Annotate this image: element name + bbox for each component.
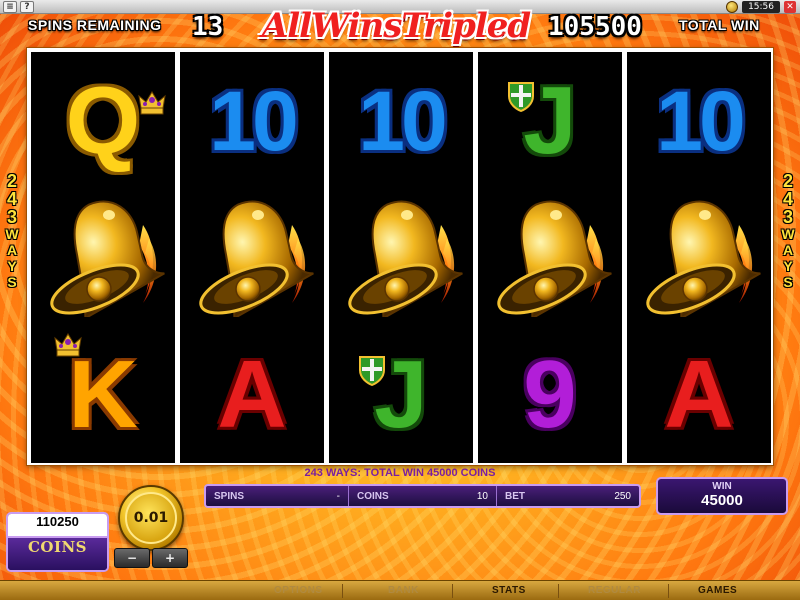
- ways-indicator-left: 2 4 3 W A Y S: [5, 171, 19, 290]
- clock: 15:56: [742, 1, 780, 13]
- spins-remaining-value: 13: [192, 12, 224, 42]
- symbol-nine-label: 9: [523, 340, 577, 448]
- bell-icon: [39, 195, 167, 321]
- coins-field: COINS 10: [349, 486, 497, 506]
- balance-unit-toggle[interactable]: COINS: [8, 538, 107, 570]
- reel-symbol-ten: 10: [329, 52, 473, 189]
- reel-symbol-ace: A: [627, 326, 771, 463]
- logo-text: AllWinsTripled: [261, 6, 531, 46]
- symbol-ten-label: 10: [656, 73, 745, 168]
- coin-increase-button[interactable]: +: [152, 548, 188, 568]
- balance-value: 110250: [8, 514, 107, 538]
- coin-size-value: 0.01: [125, 492, 177, 544]
- bet-value: 250: [614, 490, 631, 502]
- reel-symbol-bell: [31, 189, 175, 326]
- coins-label: COINS: [357, 490, 389, 502]
- reel-symbol-king: K: [31, 326, 175, 463]
- nav-options[interactable]: OPTIONS: [274, 585, 323, 596]
- crown-icon: [137, 90, 167, 116]
- bell-icon: [486, 195, 614, 321]
- reel-symbol-nine: 9: [478, 326, 622, 463]
- reel-symbol-ten: 10: [180, 52, 324, 189]
- crown-icon: [53, 332, 83, 358]
- close-button[interactable]: ✕: [784, 1, 796, 13]
- spins-label: SPINS: [214, 490, 245, 502]
- reel-5: 10 A: [627, 52, 771, 463]
- balance-display[interactable]: 110250 COINS: [6, 512, 109, 572]
- shield-icon: [357, 354, 387, 387]
- gold-coin-icon: [726, 1, 739, 13]
- reel-symbol-bell: [627, 189, 771, 326]
- reel-symbol-bell: [478, 189, 622, 326]
- symbol-queen-label: Q: [65, 66, 141, 174]
- reels-area: Q K 10 A 10 J J 9 10 A: [27, 48, 773, 465]
- symbol-ten-label: 10: [209, 73, 298, 168]
- symbol-king-label: K: [68, 340, 138, 448]
- reel-symbol-bell: [180, 189, 324, 326]
- symbol-ace-label: A: [217, 340, 287, 448]
- reel-symbol-queen: Q: [31, 52, 175, 189]
- total-win-label: TOTAL WIN: [679, 17, 760, 33]
- bell-icon: [635, 195, 763, 321]
- bell-icon: [188, 195, 316, 321]
- bet-label: BET: [505, 490, 525, 502]
- nav-divider: [342, 584, 343, 598]
- nav-stats[interactable]: STATS: [492, 585, 526, 596]
- nav-divider: [668, 584, 669, 598]
- win-value: 45000: [701, 492, 743, 509]
- bottom-nav: OPTIONS BANK STATS REGULAR GAMES: [0, 580, 800, 600]
- total-win-value: 105500: [548, 12, 642, 42]
- reel-3: 10 J: [329, 52, 473, 463]
- symbol-ace-label: A: [664, 340, 734, 448]
- spins-value: -: [336, 490, 340, 502]
- win-label: WIN: [712, 481, 732, 492]
- help-button[interactable]: ?: [20, 1, 34, 13]
- spins-remaining-label: SPINS REMAINING: [28, 17, 162, 33]
- system-tray: 15:56 ✕: [726, 1, 796, 13]
- coin-decrease-button[interactable]: −: [114, 548, 150, 568]
- reel-symbol-ace: A: [180, 326, 324, 463]
- shield-icon: [506, 80, 536, 113]
- coins-value: 10: [476, 490, 488, 502]
- nav-games[interactable]: GAMES: [698, 585, 737, 596]
- win-display: WIN 45000: [656, 477, 788, 515]
- bet-field: BET 250: [497, 486, 639, 506]
- reel-4: J9: [478, 52, 622, 463]
- coin-size-controls: − +: [114, 548, 188, 568]
- info-bar: SPINS - COINS 10 BET 250: [204, 484, 641, 508]
- ways-indicator-right: 2 4 3 W A Y S: [781, 171, 795, 290]
- reel-symbol-bell: [329, 189, 473, 326]
- reel-2: 10 A: [180, 52, 324, 463]
- reel-symbol-jack: J: [478, 52, 622, 189]
- spins-field: SPINS -: [206, 486, 349, 506]
- nav-bank[interactable]: BANK: [388, 585, 419, 596]
- reel-1: QK: [31, 52, 175, 463]
- bell-icon: [337, 195, 465, 321]
- nav-divider: [452, 584, 453, 598]
- reel-symbol-jack: J: [329, 326, 473, 463]
- reel-symbol-ten: 10: [627, 52, 771, 189]
- game-logo: AllWinsTripled: [262, 4, 531, 48]
- symbol-ten-label: 10: [358, 73, 447, 168]
- nav-regular[interactable]: REGULAR: [588, 585, 641, 596]
- nav-divider: [558, 584, 559, 598]
- menu-icon[interactable]: ≡: [3, 1, 17, 13]
- coin-size-icon: 0.01: [118, 485, 184, 551]
